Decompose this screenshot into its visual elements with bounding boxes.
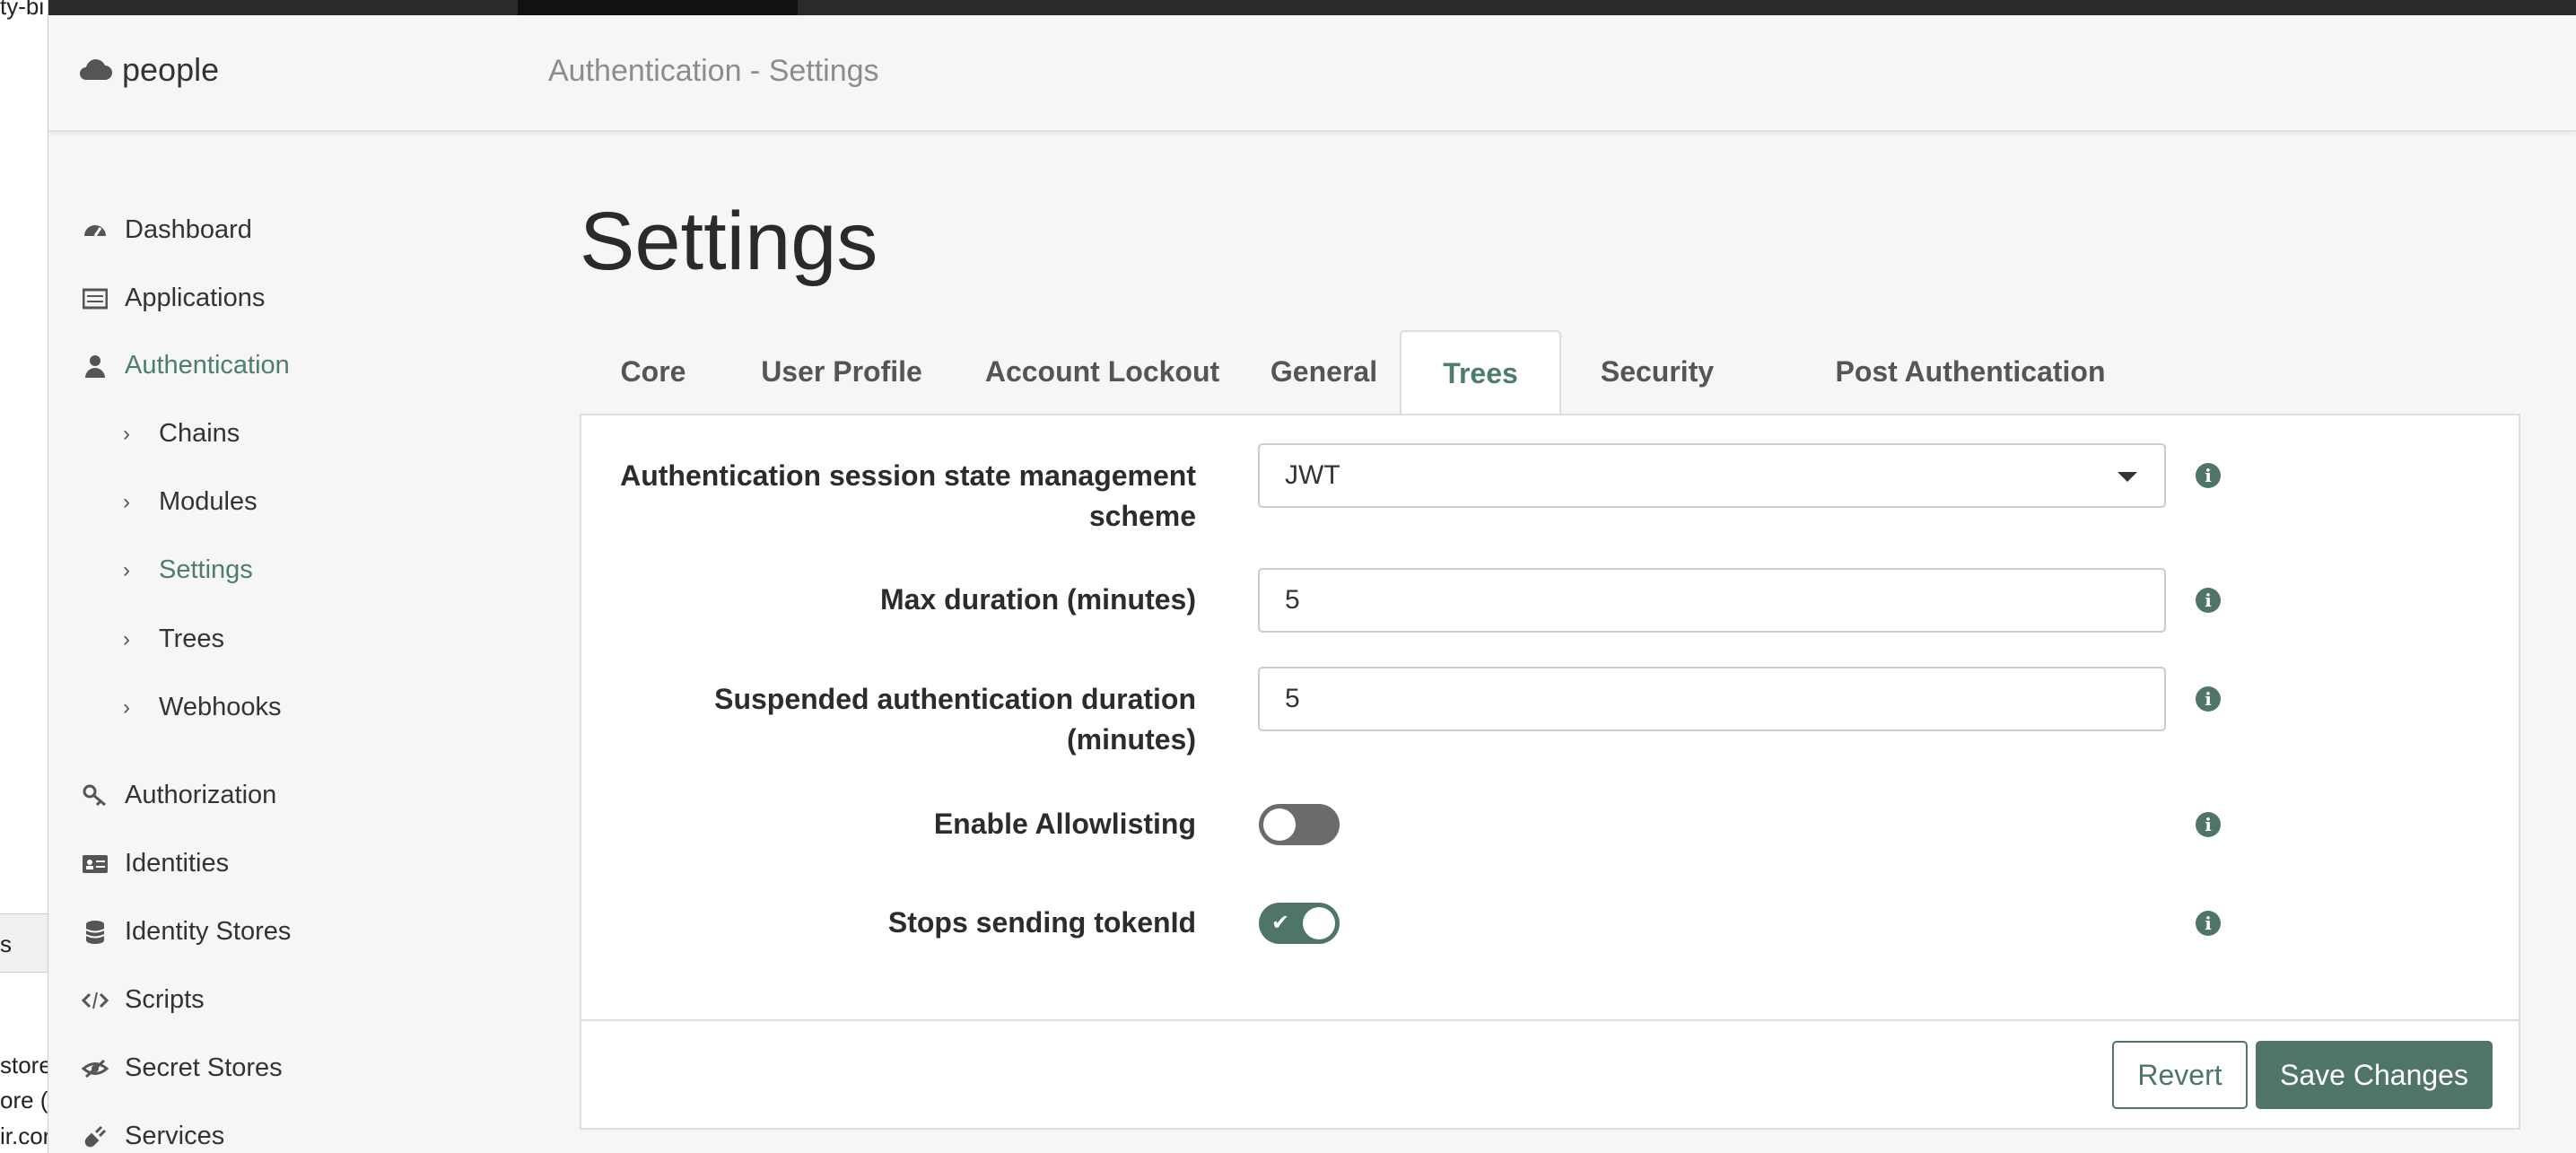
scheme-label: Authentication session state management … (568, 456, 1196, 537)
sidebar-subitem-label: Modules (159, 487, 258, 516)
code-icon (82, 987, 109, 1014)
chevron-right-icon: › (123, 557, 130, 582)
sidebar-item-label: Authentication (125, 351, 290, 380)
sidebar-item-dashboard[interactable]: Dashboard (82, 215, 252, 245)
sidebar-item-label: Authorization (125, 781, 277, 809)
max-duration-label: Max duration (minutes) (879, 583, 1196, 616)
info-icon[interactable]: i (2196, 588, 2221, 613)
suspended-duration-input[interactable]: 5 (1258, 667, 2166, 731)
background-bar-text: s (0, 930, 12, 957)
allowlisting-toggle[interactable] (1259, 804, 1340, 845)
save-changes-button[interactable]: Save Changes (2256, 1041, 2493, 1109)
id-card-icon (82, 851, 109, 878)
scheme-label-line1: Authentication session state management (620, 459, 1196, 492)
chevron-right-icon: › (123, 626, 130, 651)
sidebar-item-label: Services (125, 1122, 225, 1150)
info-icon[interactable]: i (2196, 463, 2221, 488)
key-icon (82, 782, 109, 809)
tab-account-lockout[interactable]: Account Lockout (956, 330, 1248, 413)
sidebar-subitem-label: Chains (159, 419, 240, 448)
toggle-knob (1263, 808, 1296, 841)
database-icon (82, 919, 109, 946)
sidebar-item-identity-stores[interactable]: Identity Stores (82, 917, 291, 947)
tab-post-authentication-processing[interactable]: Post Authentication Processing (1757, 330, 2184, 470)
sidebar-item-scripts[interactable]: Scripts (82, 985, 205, 1015)
background-text: ir.cor (0, 1122, 48, 1149)
background-window: ty-bi s store ore ( ir.cor (0, 0, 48, 1153)
sidebar-item-label: Applications (125, 284, 266, 312)
sidebar-item-services[interactable]: Services (82, 1122, 224, 1151)
tab-core[interactable]: Core (580, 330, 727, 413)
tokenid-toggle[interactable]: ✔ (1259, 903, 1340, 944)
plug-icon (82, 1123, 109, 1150)
sidebar-subitem-label: Webhooks (159, 693, 282, 721)
info-icon[interactable]: i (2196, 812, 2221, 837)
tab-trees[interactable]: Trees (1400, 330, 1561, 416)
page-title: Settings (580, 196, 878, 287)
caret-down-icon (2118, 472, 2137, 482)
sidebar-item-secret-stores[interactable]: Secret Stores (82, 1053, 283, 1083)
sidebar-item-label: Identities (125, 849, 230, 878)
background-text: ty-bi (0, 0, 45, 20)
sidebar-subitem-label: Trees (159, 625, 225, 653)
sidebar-item-label: Identity Stores (125, 917, 292, 946)
sidebar-item-applications[interactable]: Applications (82, 284, 265, 313)
scheme-select-value: JWT (1285, 460, 1340, 490)
toggle-knob (1303, 907, 1335, 939)
app-window: people Authentication - Settings Dashboa… (48, 0, 2576, 1153)
suspended-duration-label: Suspended authentication duration (minut… (568, 679, 1196, 760)
allowlisting-label: Enable Allowlisting (933, 808, 1196, 840)
sidebar-subitem-chains[interactable]: › Chains (123, 419, 240, 449)
tab-general[interactable]: General (1248, 330, 1400, 413)
breadcrumb: Authentication - Settings (548, 54, 879, 88)
brand-name: people (122, 51, 220, 88)
settings-panel: Authentication session state management … (580, 414, 2520, 1130)
sidebar-item-label: Secret Stores (125, 1053, 283, 1082)
list-icon (82, 285, 109, 312)
suspended-label-line2: (minutes) (1067, 723, 1196, 756)
scheme-select[interactable]: JWT (1258, 443, 2166, 508)
chevron-right-icon: › (123, 421, 130, 446)
sidebar-item-authentication[interactable]: Authentication (82, 351, 290, 380)
info-icon[interactable]: i (2196, 686, 2221, 712)
chevron-right-icon: › (123, 694, 130, 720)
tab-user-profile[interactable]: User Profile (727, 330, 956, 413)
panel-footer-divider (581, 1019, 2519, 1021)
tab-security[interactable]: Security (1558, 330, 1757, 413)
brand-logo[interactable]: people (77, 51, 219, 89)
active-browser-tab[interactable] (518, 0, 798, 15)
cloud-icon (80, 59, 112, 80)
sidebar-item-identities[interactable]: Identities (82, 849, 229, 878)
check-icon: ✔ (1271, 911, 1290, 935)
sidebar-item-label: Dashboard (125, 215, 252, 244)
top-navbar: people Authentication - Settings (48, 15, 2576, 132)
sidebar-subitem-label: Settings (159, 555, 253, 584)
sidebar-subitem-webhooks[interactable]: › Webhooks (123, 693, 282, 722)
chevron-right-icon: › (123, 489, 130, 514)
background-text: store (0, 1052, 48, 1079)
dashboard-icon (82, 217, 109, 244)
sidebar-subitem-settings[interactable]: › Settings (123, 555, 253, 585)
scheme-label-line2: scheme (1088, 500, 1196, 532)
sidebar-subitem-trees[interactable]: › Trees (123, 625, 224, 654)
background-bar: s (0, 913, 48, 973)
sidebar-subitem-modules[interactable]: › Modules (123, 487, 258, 517)
eye-slash-icon (82, 1055, 109, 1082)
suspended-label-line1: Suspended authentication duration (714, 683, 1196, 715)
browser-tab-strip (48, 0, 2576, 15)
revert-button[interactable]: Revert (2112, 1041, 2248, 1109)
tokenid-label: Stops sending tokenId (887, 906, 1196, 939)
user-icon (82, 353, 109, 380)
sidebar-item-authorization[interactable]: Authorization (82, 781, 276, 810)
sidebar-item-label: Scripts (125, 985, 205, 1014)
background-text: ore ( (0, 1087, 48, 1114)
info-icon[interactable]: i (2196, 911, 2221, 936)
max-duration-input[interactable]: 5 (1258, 568, 2166, 633)
